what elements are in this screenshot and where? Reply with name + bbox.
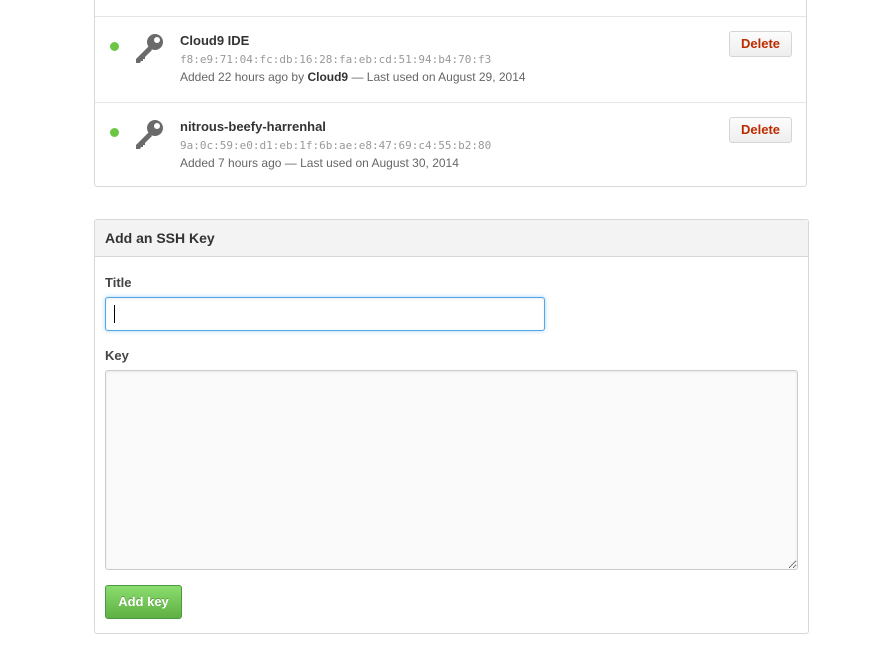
key-icon	[136, 120, 163, 149]
last-used: — Last used on August 29, 2014	[348, 70, 526, 84]
title-label: Title	[105, 275, 132, 290]
added-time: Added 7 hours ago	[180, 156, 282, 170]
ssh-key-row: nitrous-beefy-harrenhal 9a:0c:59:e0:d1:e…	[95, 102, 806, 188]
panel-heading: Add an SSH Key	[95, 220, 808, 257]
title-input[interactable]	[105, 297, 545, 331]
ssh-keys-list: Cloud9 IDE f8:e9:71:04:fc:db:16:28:fa:eb…	[94, 0, 807, 187]
delete-button[interactable]: Delete	[729, 31, 792, 57]
text-cursor	[114, 305, 115, 323]
added-by: Cloud9	[307, 70, 349, 84]
key-textarea[interactable]	[105, 370, 798, 570]
key-usage-info: Added 7 hours ago — Last used on August …	[180, 156, 459, 170]
last-used: — Last used on August 30, 2014	[281, 156, 459, 170]
add-ssh-key-panel: Add an SSH Key Title Key Add key	[94, 219, 809, 634]
key-title: Cloud9 IDE	[180, 33, 250, 48]
added-time: Added 22 hours ago by	[180, 70, 308, 84]
add-key-button[interactable]: Add key	[105, 585, 182, 619]
key-fingerprint: 9a:0c:59:e0:d1:eb:1f:6b:ae:e8:47:69:c4:5…	[180, 139, 492, 152]
key-label: Key	[105, 348, 129, 363]
ssh-key-row: Cloud9 IDE f8:e9:71:04:fc:db:16:28:fa:eb…	[95, 16, 806, 102]
delete-button[interactable]: Delete	[729, 117, 792, 143]
key-fingerprint: f8:e9:71:04:fc:db:16:28:fa:eb:cd:51:94:b…	[180, 53, 492, 66]
key-icon	[136, 34, 163, 63]
key-title: nitrous-beefy-harrenhal	[180, 119, 326, 134]
key-status-dot	[110, 42, 119, 51]
key-usage-info: Added 22 hours ago by Cloud9 — Last used…	[180, 70, 526, 84]
key-status-dot	[110, 128, 119, 137]
